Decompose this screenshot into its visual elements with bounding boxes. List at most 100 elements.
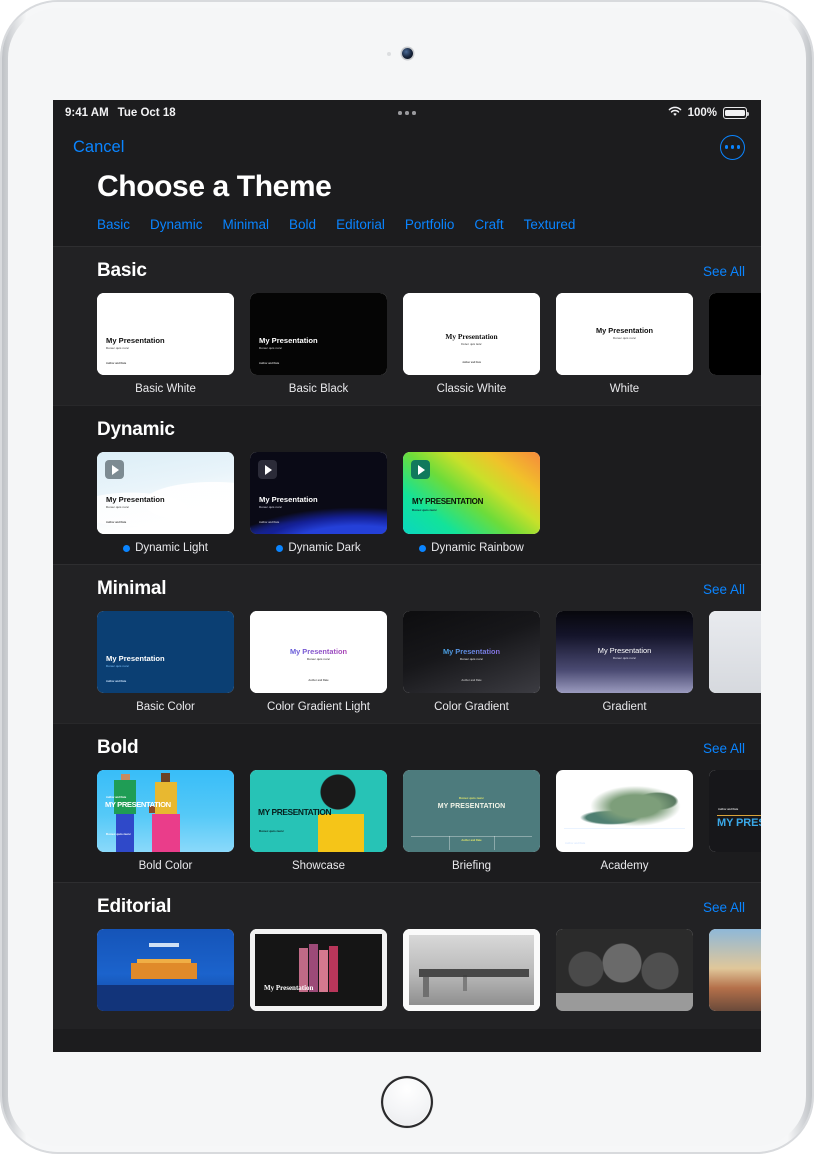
animated-theme-dot-icon xyxy=(419,544,427,552)
theme-cell-partial[interactable]: Author and Date MY PRESENTATION xyxy=(709,770,761,872)
slide-title: My Presentation xyxy=(250,648,387,656)
theme-thumbnail xyxy=(709,929,761,1011)
slide-author: Author and Date xyxy=(106,521,127,524)
animated-theme-dot-icon xyxy=(123,544,131,552)
theme-name-label: Dynamic Rainbow xyxy=(431,542,524,554)
play-icon xyxy=(258,460,277,479)
theme-thumbnail: My Presentation Donec quis nunc xyxy=(556,293,693,375)
tab-minimal[interactable]: Minimal xyxy=(223,217,270,232)
theme-cell[interactable]: Author and Date MY PRESENTATION Donec qu… xyxy=(97,770,234,872)
slide-title: My Presentation xyxy=(106,336,165,345)
see-all-bold[interactable]: See All xyxy=(703,741,745,756)
theme-thumbnail xyxy=(709,293,761,375)
theme-name: White xyxy=(609,383,640,395)
slide-subtitle: Donec quis nunc xyxy=(259,829,284,833)
theme-name: Classic White xyxy=(436,383,507,395)
slide-subtitle: Donec quis nunc xyxy=(612,336,637,340)
slide-subtitle: Donec quis nunc xyxy=(612,656,637,660)
tab-editorial[interactable]: Editorial xyxy=(336,217,385,232)
section-title: Dynamic xyxy=(97,419,175,440)
theme-thumbnail xyxy=(556,929,693,1011)
ellipsis-indicator-icon xyxy=(398,111,416,115)
slide-subtitle: Donec quis nunc xyxy=(106,832,131,836)
theme-thumbnail: MY PRESENTATION Donec quis nunc xyxy=(403,452,540,534)
section-minimal: Minimal See All My Presentation Donec qu… xyxy=(53,564,761,723)
tab-dynamic[interactable]: Dynamic xyxy=(150,217,203,232)
section-editorial: Editorial See All My Presentation xyxy=(53,882,761,1029)
theme-cell[interactable]: My Presentation Donec quis nunc Author a… xyxy=(403,611,540,713)
slide-subtitle: Donec quis nunc xyxy=(259,505,283,509)
cancel-button[interactable]: Cancel xyxy=(71,136,126,159)
theme-cell[interactable]: Donec quis nunc My Presentation Author a… xyxy=(556,770,693,872)
theme-cell[interactable]: My Presentation Donec quis nunc White xyxy=(556,293,693,395)
section-header: Dynamic xyxy=(53,419,761,441)
see-all-minimal[interactable]: See All xyxy=(703,582,745,597)
theme-thumbnail: My Presentation Donec quis nunc Author a… xyxy=(97,293,234,375)
theme-cell[interactable]: Donec quis nunc MY PRESENTATION Author a… xyxy=(403,770,540,872)
theme-cell-partial[interactable] xyxy=(709,293,761,395)
theme-cell[interactable]: My Presentation Donec quis nunc Author a… xyxy=(97,293,234,395)
theme-row-basic[interactable]: My Presentation Donec quis nunc Author a… xyxy=(53,293,761,395)
more-options-button[interactable] xyxy=(720,134,745,160)
theme-thumbnail: Author and Date MY PRESENTATION Donec qu… xyxy=(97,770,234,852)
theme-cell[interactable] xyxy=(403,929,540,1019)
theme-cell[interactable]: My Presentation Donec quis nunc Author a… xyxy=(403,293,540,395)
tab-craft[interactable]: Craft xyxy=(474,217,503,232)
theme-cell[interactable]: MY PRESENTATION Donec quis nunc Showcase xyxy=(250,770,387,872)
slide-subtitle: Donec quis nunc xyxy=(459,657,484,661)
tab-textured[interactable]: Textured xyxy=(524,217,576,232)
theme-cell[interactable]: My Presentation Donec quis nunc Gradient xyxy=(556,611,693,713)
tab-portfolio[interactable]: Portfolio xyxy=(405,217,455,232)
status-bar: 9:41 AM Tue Oct 18 100% xyxy=(53,100,761,126)
section-header: Minimal See All xyxy=(53,578,761,600)
see-all-editorial[interactable]: See All xyxy=(703,900,745,915)
theme-cell-partial[interactable] xyxy=(709,929,761,1019)
home-button[interactable] xyxy=(381,1076,433,1128)
theme-name: Bold Color xyxy=(138,860,193,872)
slide-author: Author and Date xyxy=(308,679,329,682)
slide-subtitle: Donec quis nunc xyxy=(106,505,130,509)
theme-row-bold[interactable]: Author and Date MY PRESENTATION Donec qu… xyxy=(53,770,761,872)
theme-thumbnail: MY PRESENTATION Donec quis nunc xyxy=(250,770,387,852)
theme-name-label: Dynamic Light xyxy=(135,542,208,554)
theme-cell[interactable]: My Presentation Donec quis nunc Author a… xyxy=(250,293,387,395)
theme-thumbnail: Donec quis nunc MY PRESENTATION Author a… xyxy=(403,770,540,852)
theme-cell[interactable]: My Presentation Donec quis nunc Author a… xyxy=(250,452,387,554)
wifi-icon xyxy=(668,106,682,120)
theme-cell[interactable]: My Presentation Donec quis nunc Author a… xyxy=(97,611,234,713)
theme-cell[interactable] xyxy=(556,929,693,1019)
slide-author: Author and Date xyxy=(106,362,127,365)
animated-theme-dot-icon xyxy=(276,544,284,552)
theme-thumbnail: My Presentation Donec quis nunc Author a… xyxy=(97,452,234,534)
theme-cell[interactable]: My Presentation Donec quis nunc Author a… xyxy=(97,452,234,554)
section-title: Bold xyxy=(97,737,139,758)
slide-author: Author and Date xyxy=(565,842,586,845)
theme-name: Color Gradient Light xyxy=(267,701,370,713)
slide-title: My Presentation xyxy=(264,984,314,992)
theme-row-editorial[interactable]: My Presentation xyxy=(53,929,761,1019)
section-dynamic: Dynamic My Presentation Donec quis nunc … xyxy=(53,405,761,564)
slide-author: Author and Date xyxy=(259,362,280,365)
theme-row-minimal[interactable]: My Presentation Donec quis nunc Author a… xyxy=(53,611,761,713)
slide-subtitle: Donec quis nunc xyxy=(461,342,482,346)
section-header: Basic See All xyxy=(53,260,761,282)
theme-thumbnail xyxy=(709,611,761,693)
section-bold: Bold See All Author and Date MY PRESENTA… xyxy=(53,723,761,882)
slide-author: Author and Date xyxy=(106,680,127,683)
theme-cell[interactable] xyxy=(97,929,234,1019)
theme-cell-partial[interactable] xyxy=(709,611,761,713)
slide-title: My Presentation xyxy=(597,646,652,655)
see-all-basic[interactable]: See All xyxy=(703,264,745,279)
front-camera-icon xyxy=(402,48,413,59)
microphone-icon xyxy=(387,52,391,56)
theme-cell[interactable]: MY PRESENTATION Donec quis nunc Dynamic … xyxy=(403,452,540,554)
category-tab-bar: Basic Dynamic Minimal Bold Editorial Por… xyxy=(53,204,761,232)
tab-basic[interactable]: Basic xyxy=(97,217,130,232)
status-time: 9:41 AM xyxy=(65,107,109,119)
tab-bold[interactable]: Bold xyxy=(289,217,316,232)
theme-cell[interactable]: My Presentation Donec quis nunc Author a… xyxy=(250,611,387,713)
theme-row-dynamic[interactable]: My Presentation Donec quis nunc Author a… xyxy=(53,452,761,554)
page-title-container: Choose a Theme xyxy=(53,168,761,204)
section-header: Editorial See All xyxy=(53,896,761,918)
theme-cell[interactable]: My Presentation xyxy=(250,929,387,1019)
